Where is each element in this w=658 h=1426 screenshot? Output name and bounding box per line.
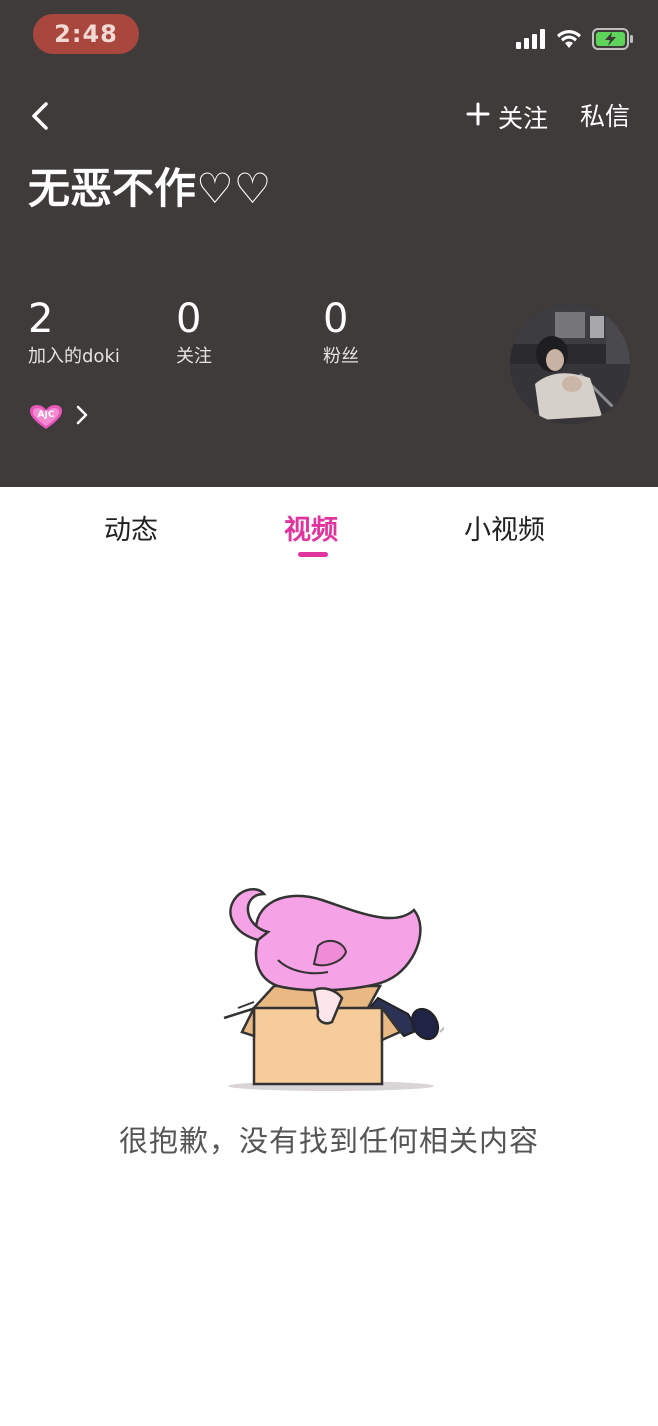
stat-followers[interactable]: 0 粉丝 — [323, 296, 359, 370]
active-tab-indicator — [298, 552, 328, 557]
follow-label: 关注 — [498, 104, 549, 133]
stat-following[interactable]: 0 关注 — [176, 296, 212, 370]
character-in-box-illustration — [218, 880, 453, 1096]
stat-label: 关注 — [176, 346, 212, 367]
stat-label: 加入的doki — [28, 346, 120, 367]
chevron-right-icon — [75, 404, 89, 430]
tab-videos[interactable]: 视频 — [284, 508, 338, 547]
stat-value: 2 — [28, 296, 54, 342]
stat-label: 粉丝 — [323, 346, 359, 367]
message-button[interactable]: 私信 — [580, 98, 630, 136]
doki-badge-row[interactable]: AJC — [29, 404, 89, 430]
signal-icon — [516, 29, 546, 53]
plus-icon — [466, 102, 490, 132]
profile-name: 无恶不作♡♡ — [28, 164, 272, 213]
empty-state-message: 很抱歉，没有找到任何相关内容 — [118, 1124, 539, 1158]
chevron-left-icon — [22, 102, 62, 142]
status-time: 2:48 — [33, 14, 139, 54]
stat-joined-doki[interactable]: 2 加入的doki — [28, 296, 120, 370]
badge-text: AJC — [37, 410, 55, 420]
back-button[interactable] — [22, 94, 62, 138]
tab-short-videos[interactable]: 小视频 — [464, 508, 545, 547]
status-icons — [516, 28, 634, 54]
follow-button[interactable]: 关注 — [466, 98, 548, 136]
stat-value: 0 — [176, 296, 202, 342]
tab-dynamics[interactable]: 动态 — [104, 508, 158, 547]
profile-header: 2:48 关注 私信 无恶不作♡♡ 2 加入的doki 0 关注 0 粉丝 AJ… — [0, 0, 658, 487]
stat-value: 0 — [323, 296, 349, 342]
ajc-heart-badge-icon: AJC — [29, 404, 63, 430]
wifi-icon — [556, 29, 582, 53]
avatar[interactable] — [510, 304, 630, 424]
battery-charging-icon — [592, 28, 634, 54]
